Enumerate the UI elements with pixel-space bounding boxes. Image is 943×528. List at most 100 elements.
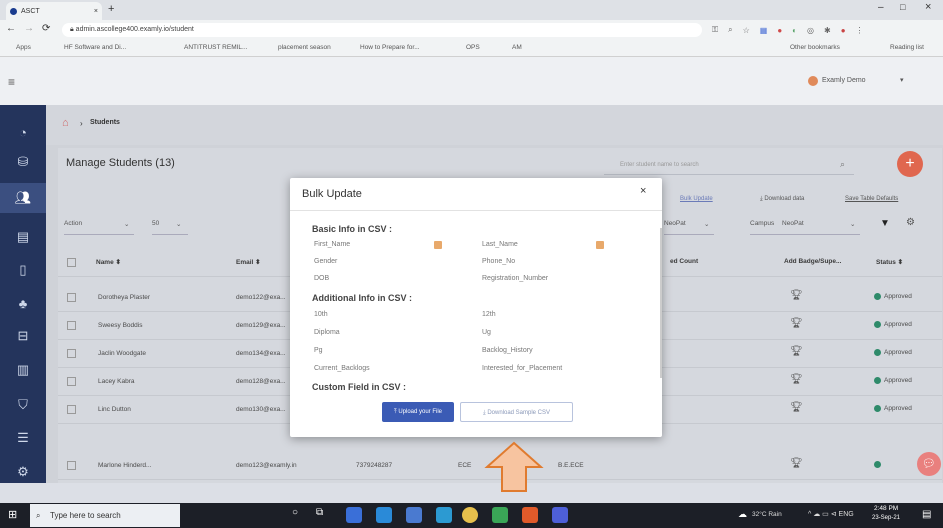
students-icon[interactable]: 👥︎ — [0, 183, 46, 213]
notification-icon[interactable]: ▤ — [922, 509, 931, 520]
new-tab-icon[interactable]: + — [108, 3, 114, 15]
hamburger-icon[interactable]: ≡ — [8, 75, 15, 89]
extension-icon[interactable]: ● — [777, 26, 782, 35]
shield-icon[interactable]: ⛉ — [0, 390, 46, 420]
row-checkbox[interactable] — [67, 293, 76, 302]
chat-icon[interactable]: ☰ — [0, 423, 46, 453]
campus-select[interactable]: Campus NeoPat ⌄ — [750, 220, 860, 235]
add-student-button[interactable]: + — [897, 151, 923, 177]
download-data-link[interactable]: ⤓ Download data — [760, 196, 804, 203]
extension-icon[interactable]: ◐ — [792, 26, 797, 35]
bookmark-item[interactable]: HF Software and Di... — [64, 44, 126, 51]
dashboard-icon[interactable]: ◔ — [0, 117, 46, 147]
bookmark-item[interactable]: ANTITRUST REMIL... — [184, 44, 247, 51]
header-count[interactable]: ed Count — [670, 258, 698, 265]
trophy-icon[interactable]: 🏆︎ — [790, 290, 803, 301]
student-name[interactable]: Jaclin Woodgate — [98, 350, 146, 357]
trophy-icon[interactable]: 🏆︎ — [790, 374, 803, 385]
row-checkbox[interactable] — [67, 321, 76, 330]
window-close-icon[interactable]: × — [925, 1, 931, 13]
weather-text[interactable]: 32°C Rain — [752, 511, 782, 518]
reading-list[interactable]: Reading list — [890, 44, 924, 51]
filter-icon[interactable]: ▼ — [880, 218, 890, 229]
row-checkbox[interactable] — [67, 377, 76, 386]
first-name-checkbox[interactable] — [434, 241, 442, 249]
student-name[interactable]: Lacey Kabra — [98, 378, 135, 385]
taskbar-app-icon[interactable] — [522, 507, 538, 523]
student-name[interactable]: Linc Dutton — [98, 406, 131, 413]
taskbar-app-icon[interactable] — [346, 507, 362, 523]
trophy-icon[interactable]: 🏆︎ — [790, 402, 803, 413]
database-icon[interactable]: ⛁ — [0, 147, 46, 177]
close-icon[interactable]: × — [640, 185, 646, 197]
bookmark-item[interactable]: placement season — [278, 44, 331, 51]
menu-icon[interactable]: ⋮ — [856, 26, 864, 35]
document-icon[interactable]: ▤ — [0, 222, 46, 252]
page-size-select[interactable]: 50 ⌄ — [152, 220, 188, 235]
header-status[interactable]: Status ⬍ — [876, 258, 903, 266]
chrome-icon[interactable] — [462, 507, 478, 523]
extension-icon[interactable]: ▦ — [760, 26, 768, 35]
file-icon[interactable]: ▯ — [0, 255, 46, 285]
student-name[interactable]: Sweesy Boddis — [98, 322, 142, 329]
extension-icon[interactable]: ◎ — [807, 26, 814, 35]
other-bookmarks[interactable]: Other bookmarks — [790, 44, 840, 51]
clock-date[interactable]: 23-Sep-21 — [872, 515, 900, 521]
last-name-checkbox[interactable] — [596, 241, 604, 249]
bulk-update-link[interactable]: Bulk Update — [680, 196, 713, 202]
download-sample-csv-button[interactable]: ⤓ Download Sample CSV — [460, 402, 573, 422]
settings-icon[interactable]: ⚙ — [906, 217, 915, 228]
cortana-icon[interactable]: ○ — [292, 507, 308, 523]
row-checkbox[interactable] — [67, 461, 76, 470]
taskbar-app-icon[interactable] — [376, 507, 392, 523]
back-icon[interactable]: ← — [6, 23, 16, 34]
taskbar-search[interactable]: ⌕ Type here to search — [30, 504, 180, 527]
monitor-icon[interactable]: ⊟ — [0, 321, 46, 351]
search-input[interactable]: Enter student name to search ⌕ — [604, 158, 854, 175]
bookmark-item[interactable]: AM — [512, 44, 522, 51]
select-all-checkbox[interactable] — [67, 258, 76, 267]
bookmark-item[interactable]: How to Prepare for... — [360, 44, 420, 51]
browser-tab[interactable]: ASCT × — [6, 2, 102, 20]
user-avatar[interactable] — [808, 76, 818, 86]
tab-close-icon[interactable]: × — [94, 8, 98, 15]
minimize-icon[interactable]: – — [878, 2, 884, 13]
taskbar-app-icon[interactable] — [492, 507, 508, 523]
modal-scrollbar[interactable] — [660, 228, 662, 378]
search-icon[interactable]: ⌕ — [840, 159, 845, 170]
zoom-icon[interactable]: ⌕ — [728, 25, 732, 35]
chevron-down-icon[interactable]: ▾ — [900, 76, 904, 84]
row-checkbox[interactable] — [67, 349, 76, 358]
row-checkbox[interactable] — [67, 405, 76, 414]
upload-file-button[interactable]: ⤒ Upload your File — [382, 402, 454, 422]
clock-time[interactable]: 2:48 PM — [874, 505, 898, 512]
action-select[interactable]: Action ⌄ — [64, 220, 134, 235]
bookmark-item[interactable]: OPS — [466, 44, 480, 51]
task-view-icon[interactable]: ⧉ — [316, 507, 332, 523]
maximize-icon[interactable]: □ — [900, 2, 905, 12]
address-bar[interactable]: 🔒︎ admin.ascollege400.examly.io/student — [62, 23, 702, 37]
header-email[interactable]: Email ⬍ — [236, 258, 261, 266]
profile-avatar[interactable]: ● — [841, 26, 846, 35]
windows-start-icon[interactable]: ⊞ — [8, 508, 17, 521]
student-name[interactable]: Marlone Hinderd... — [98, 462, 151, 469]
taskbar-app-icon[interactable] — [406, 507, 422, 523]
settings-icon[interactable]: ⚙ — [0, 457, 46, 487]
home-icon[interactable]: ⌂ — [62, 117, 69, 129]
weather-icon[interactable]: ☁ — [738, 509, 747, 520]
forward-icon[interactable]: → — [24, 23, 34, 34]
trophy-icon[interactable]: 🏆︎ — [790, 458, 803, 469]
taskbar-app-icon[interactable] — [436, 507, 452, 523]
system-tray[interactable]: ^ ☁ ▭ ⊲ ENG — [808, 510, 854, 518]
building-icon[interactable]: ▥ — [0, 355, 46, 385]
star-icon[interactable]: ☆ — [743, 26, 750, 35]
trophy-icon[interactable]: 🏆︎ — [790, 346, 803, 357]
reload-icon[interactable]: ⟳ — [42, 23, 50, 34]
chat-button[interactable]: 💬︎ — [917, 452, 941, 476]
key-icon[interactable]: ⚿ — [712, 25, 718, 35]
header-badge[interactable]: Add Badge/Supe... — [784, 258, 841, 265]
trophy-icon[interactable]: 🏆︎ — [790, 318, 803, 329]
user-name[interactable]: Examly Demo — [822, 77, 866, 84]
filter-select[interactable]: NeoPat ⌄ — [664, 220, 714, 235]
student-name[interactable]: Dorotheya Plaster — [98, 294, 150, 301]
